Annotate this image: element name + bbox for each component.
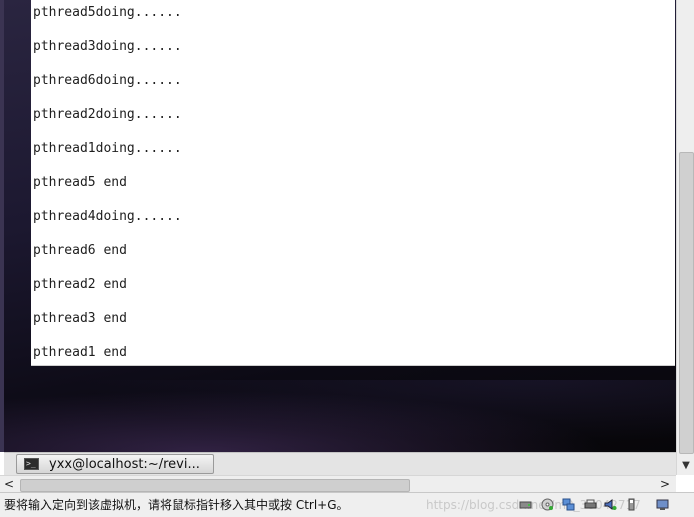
terminal-line: pthread4doing...... (33, 209, 182, 224)
terminal-icon: >_ (24, 458, 39, 470)
terminal-line: pthread1 end (33, 345, 127, 360)
cd-rom-icon[interactable] (541, 498, 554, 511)
network-icon[interactable] (562, 498, 575, 511)
vertical-scrollbar[interactable]: ▼ (676, 0, 694, 475)
guest-taskbar: >_ yxx@localhost:~/revi... (4, 452, 676, 475)
terminal-line: pthread5doing...... (33, 5, 182, 20)
terminal-line: pthread3doing...... (33, 39, 182, 54)
horizontal-scroll-thumb[interactable] (20, 479, 410, 492)
terminal-window[interactable]: pthread5doing...... pthread3doing...... … (31, 0, 675, 366)
hard-disk-icon[interactable] (519, 498, 532, 511)
usb-icon[interactable] (625, 498, 638, 511)
terminal-line: pthread2doing...... (33, 107, 182, 122)
scroll-right-arrow-icon[interactable]: > (658, 476, 672, 493)
printer-icon[interactable] (584, 498, 597, 511)
taskbar-terminal-button[interactable]: >_ yxx@localhost:~/revi... (16, 454, 214, 474)
scroll-left-arrow-icon[interactable]: < (2, 476, 16, 493)
display-icon[interactable] (656, 498, 669, 511)
desktop-left-edge (0, 0, 4, 452)
terminal-line: pthread2 end (33, 277, 127, 292)
status-hint-text: 要将输入定向到该虚拟机，请将鼠标指针移入其中或按 Ctrl+G。 (4, 498, 349, 512)
terminal-line: pthread6doing...... (33, 73, 182, 88)
terminal-line: pthread1doing...... (33, 141, 182, 156)
horizontal-scrollbar[interactable]: < > (0, 475, 676, 493)
terminal-line: pthread5 end (33, 175, 127, 190)
vertical-scroll-thumb[interactable] (679, 152, 694, 454)
taskbar-button-label: yxx@localhost:~/revi... (49, 457, 200, 472)
vm-status-bar: 要将输入定向到该虚拟机，请将鼠标指针移入其中或按 Ctrl+G。 https:/… (0, 492, 694, 517)
sound-icon[interactable] (604, 498, 617, 511)
terminal-line: pthread3 end (33, 311, 127, 326)
scroll-down-arrow-icon[interactable]: ▼ (677, 458, 694, 474)
terminal-line: pthread6 end (33, 243, 127, 258)
